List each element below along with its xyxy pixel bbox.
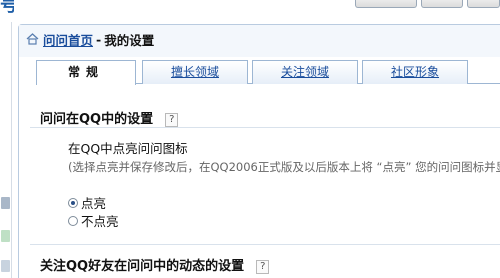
site-logo-fragment: 号 <box>0 0 14 16</box>
gutter-item-icon <box>1 197 10 209</box>
breadcrumb-home-link[interactable]: 问问首页 <box>43 30 93 49</box>
section-title-text: 问问在QQ中的设置 <box>40 112 154 127</box>
section-divider <box>30 244 500 245</box>
panel-header: 问问首页 - 我的设置 <box>19 25 500 57</box>
setting-note: (选择点亮并保存修改后，在QQ2006正式版及以后版本上将 “点亮” 您的问问图… <box>68 160 500 174</box>
browser-top-strip: 号 <box>0 0 500 22</box>
section-divider <box>30 127 500 128</box>
radio-unselected-icon[interactable] <box>68 215 78 226</box>
left-gutter <box>0 22 12 278</box>
help-button[interactable]: ? <box>256 260 270 274</box>
top-button-1[interactable] <box>355 0 417 8</box>
setting-label-light-icon: 在QQ中点亮问问图标 <box>68 141 188 156</box>
radio-label: 不点亮 <box>81 214 119 229</box>
section-title-friends-activity: 关注QQ好友在问问中的动态的设置? <box>40 255 270 274</box>
tab-followed-fields[interactable]: 关注领域 <box>252 60 358 84</box>
help-button[interactable]: ? <box>165 113 179 127</box>
tab-expertise[interactable]: 擅长领域 <box>142 60 248 84</box>
tab-general[interactable]: 常规 <box>36 60 136 85</box>
top-button-2[interactable] <box>421 0 463 8</box>
section-title-qq-settings: 问问在QQ中的设置? <box>40 108 179 127</box>
section-title-text: 关注QQ好友在问问中的动态的设置 <box>40 259 245 274</box>
breadcrumb-separator: - <box>96 31 102 47</box>
radio-selected-icon[interactable] <box>68 197 78 208</box>
gutter-item-icon <box>1 230 10 242</box>
top-button-3[interactable] <box>467 0 500 8</box>
breadcrumb-current: 我的设置 <box>104 32 155 48</box>
breadcrumb: 问问首页 - 我的设置 <box>26 30 154 48</box>
radio-option-no-light[interactable]: 不点亮 <box>68 211 119 230</box>
radio-option-light[interactable]: 点亮 <box>68 193 106 212</box>
tab-community-image[interactable]: 社区形象 <box>362 60 468 84</box>
tab-bar: 常规 擅长领域 关注领域 社区形象 <box>36 60 500 85</box>
gutter-item-icon <box>1 260 10 272</box>
home-icon <box>26 33 39 45</box>
radio-label: 点亮 <box>81 196 107 211</box>
